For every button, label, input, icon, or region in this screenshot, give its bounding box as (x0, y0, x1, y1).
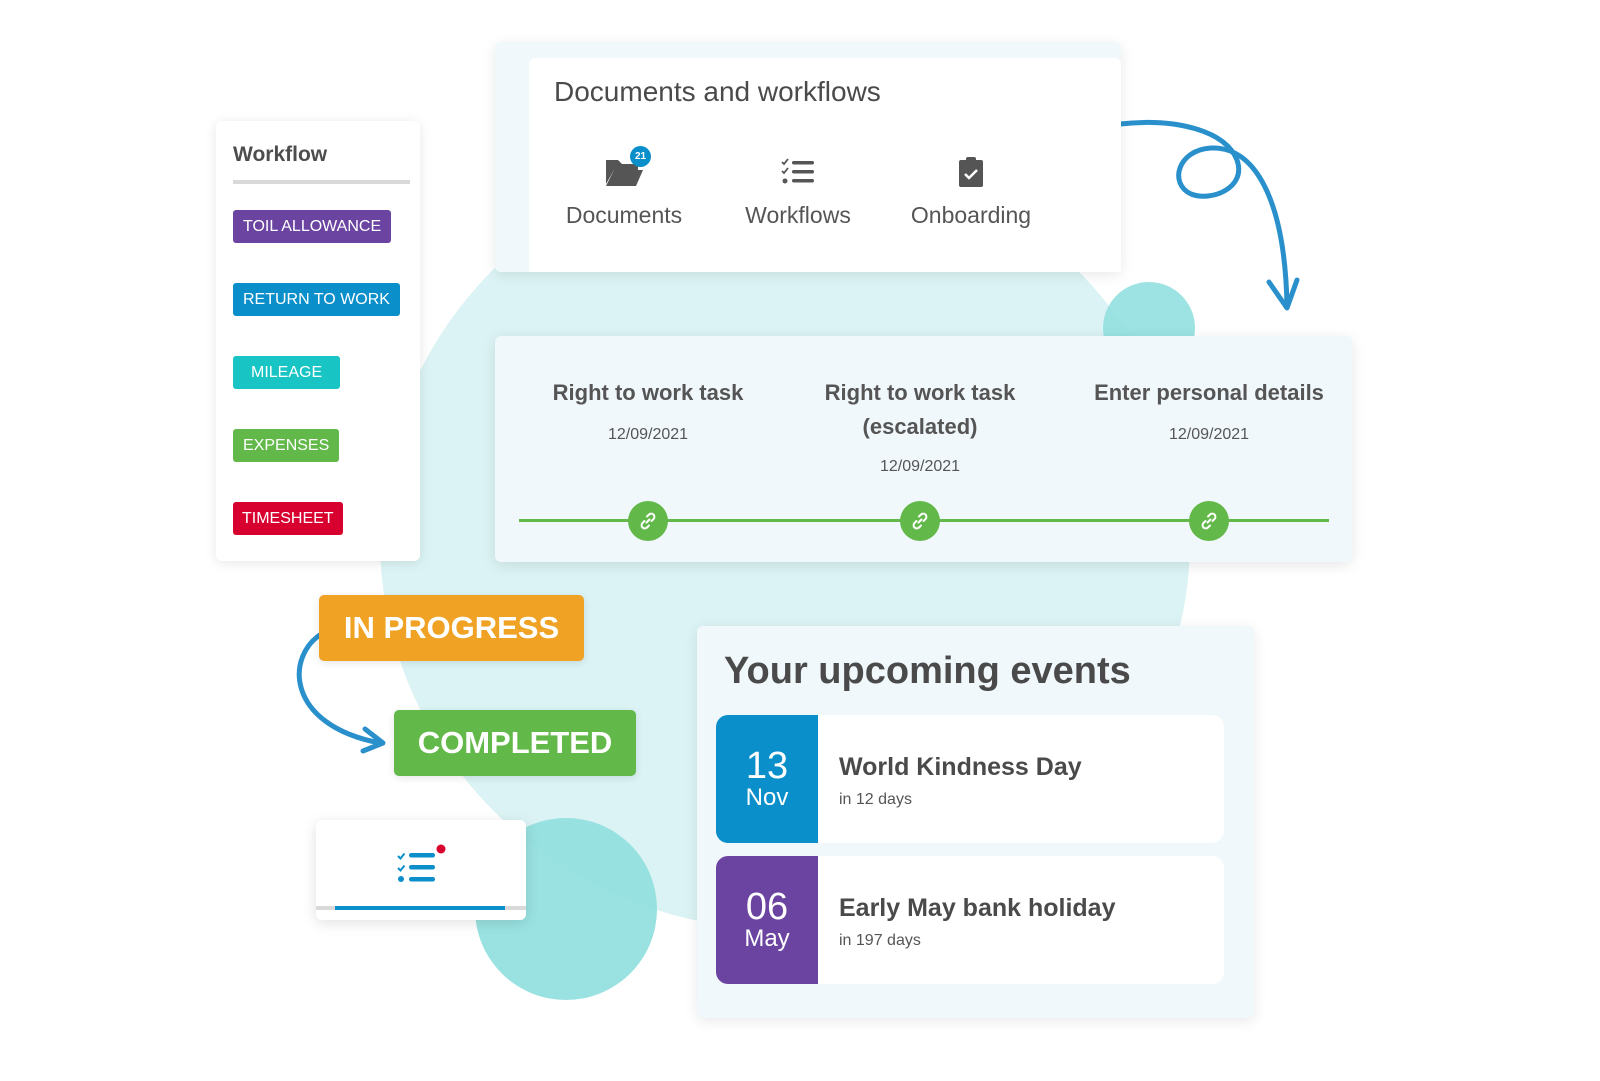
link-icon (1201, 512, 1217, 530)
workflow-progress-widget[interactable] (316, 820, 526, 920)
workflows-label: Workflows (745, 202, 851, 228)
upcoming-events-panel: Your upcoming events 13 Nov World Kindne… (697, 626, 1254, 1018)
status-in-progress: IN PROGRESS (319, 595, 584, 661)
onboarding-label: Onboarding (910, 202, 1032, 228)
step-date: 12/09/2021 (1168, 426, 1250, 443)
documents-workflows-panel: Documents and workflows 21 Documents Wor… (495, 42, 1121, 272)
onboarding-link[interactable]: Onboarding (896, 156, 1046, 229)
workflow-title: Workflow (233, 143, 328, 166)
timeline-step[interactable]: Right to work task (escalated) 12/09/202… (790, 376, 1050, 476)
workflow-panel: Workflow TOIL ALLOWANCE RETURN TO WORK M… (216, 121, 420, 561)
event-item[interactable]: 06 May Early May bank holiday in 197 day… (716, 856, 1224, 984)
clipboard-check-icon (959, 157, 983, 187)
timeline-node[interactable] (1189, 501, 1229, 541)
step-date: 12/09/2021 (879, 458, 961, 475)
event-date-block: 13 Nov (716, 715, 818, 843)
timeline-step[interactable]: Enter personal details 12/09/2021 (1079, 376, 1339, 444)
workflows-link[interactable]: Workflows (723, 156, 873, 229)
workflow-tag-mileage[interactable]: MILEAGE (233, 356, 341, 389)
event-item[interactable]: 13 Nov World Kindness Day in 12 days (716, 715, 1224, 843)
documents-link[interactable]: 21 Documents (549, 146, 699, 229)
step-title: Enter personal details (1094, 380, 1324, 405)
count-badge: 21 (630, 146, 651, 167)
events-title: Your upcoming events (724, 650, 1131, 692)
timeline-node[interactable] (628, 501, 668, 541)
workflow-tag-timesheet[interactable]: TIMESHEET (233, 502, 343, 535)
timeline-node[interactable] (900, 501, 940, 541)
event-day: 13 (745, 745, 789, 787)
event-relative-time: in 12 days (839, 791, 912, 808)
event-month: Nov (745, 784, 789, 811)
event-date-block: 06 May (716, 856, 818, 984)
event-name: World Kindness Day (839, 753, 1082, 781)
event-month: May (744, 925, 790, 952)
link-icon (912, 512, 928, 530)
step-title: Right to work task (escalated) (824, 380, 1016, 439)
link-icon (640, 512, 656, 530)
event-relative-time: in 197 days (839, 932, 921, 949)
workflow-tag-toil-allowance[interactable]: TOIL ALLOWANCE (233, 210, 392, 243)
step-date: 12/09/2021 (607, 426, 689, 443)
workflow-tag-expenses[interactable]: EXPENSES (233, 429, 340, 462)
event-day: 06 (745, 886, 789, 928)
divider (233, 180, 410, 184)
documents-label: Documents (565, 202, 683, 228)
notification-dot (436, 844, 446, 854)
checklist-icon (781, 158, 814, 184)
workflow-tag-return-to-work[interactable]: RETURN TO WORK (233, 283, 400, 316)
task-timeline-panel: Right to work task 12/09/2021 Right to w… (495, 336, 1352, 562)
step-title: Right to work task (552, 380, 744, 405)
status-completed: COMPLETED (394, 710, 636, 776)
progress-fill (335, 906, 505, 910)
checklist-icon (397, 844, 446, 882)
curly-arrow-icon (1117, 120, 1300, 311)
event-name: Early May bank holiday (839, 894, 1116, 922)
timeline-step[interactable]: Right to work task 12/09/2021 (518, 376, 778, 444)
panel-title: Documents and workflows (554, 76, 881, 107)
